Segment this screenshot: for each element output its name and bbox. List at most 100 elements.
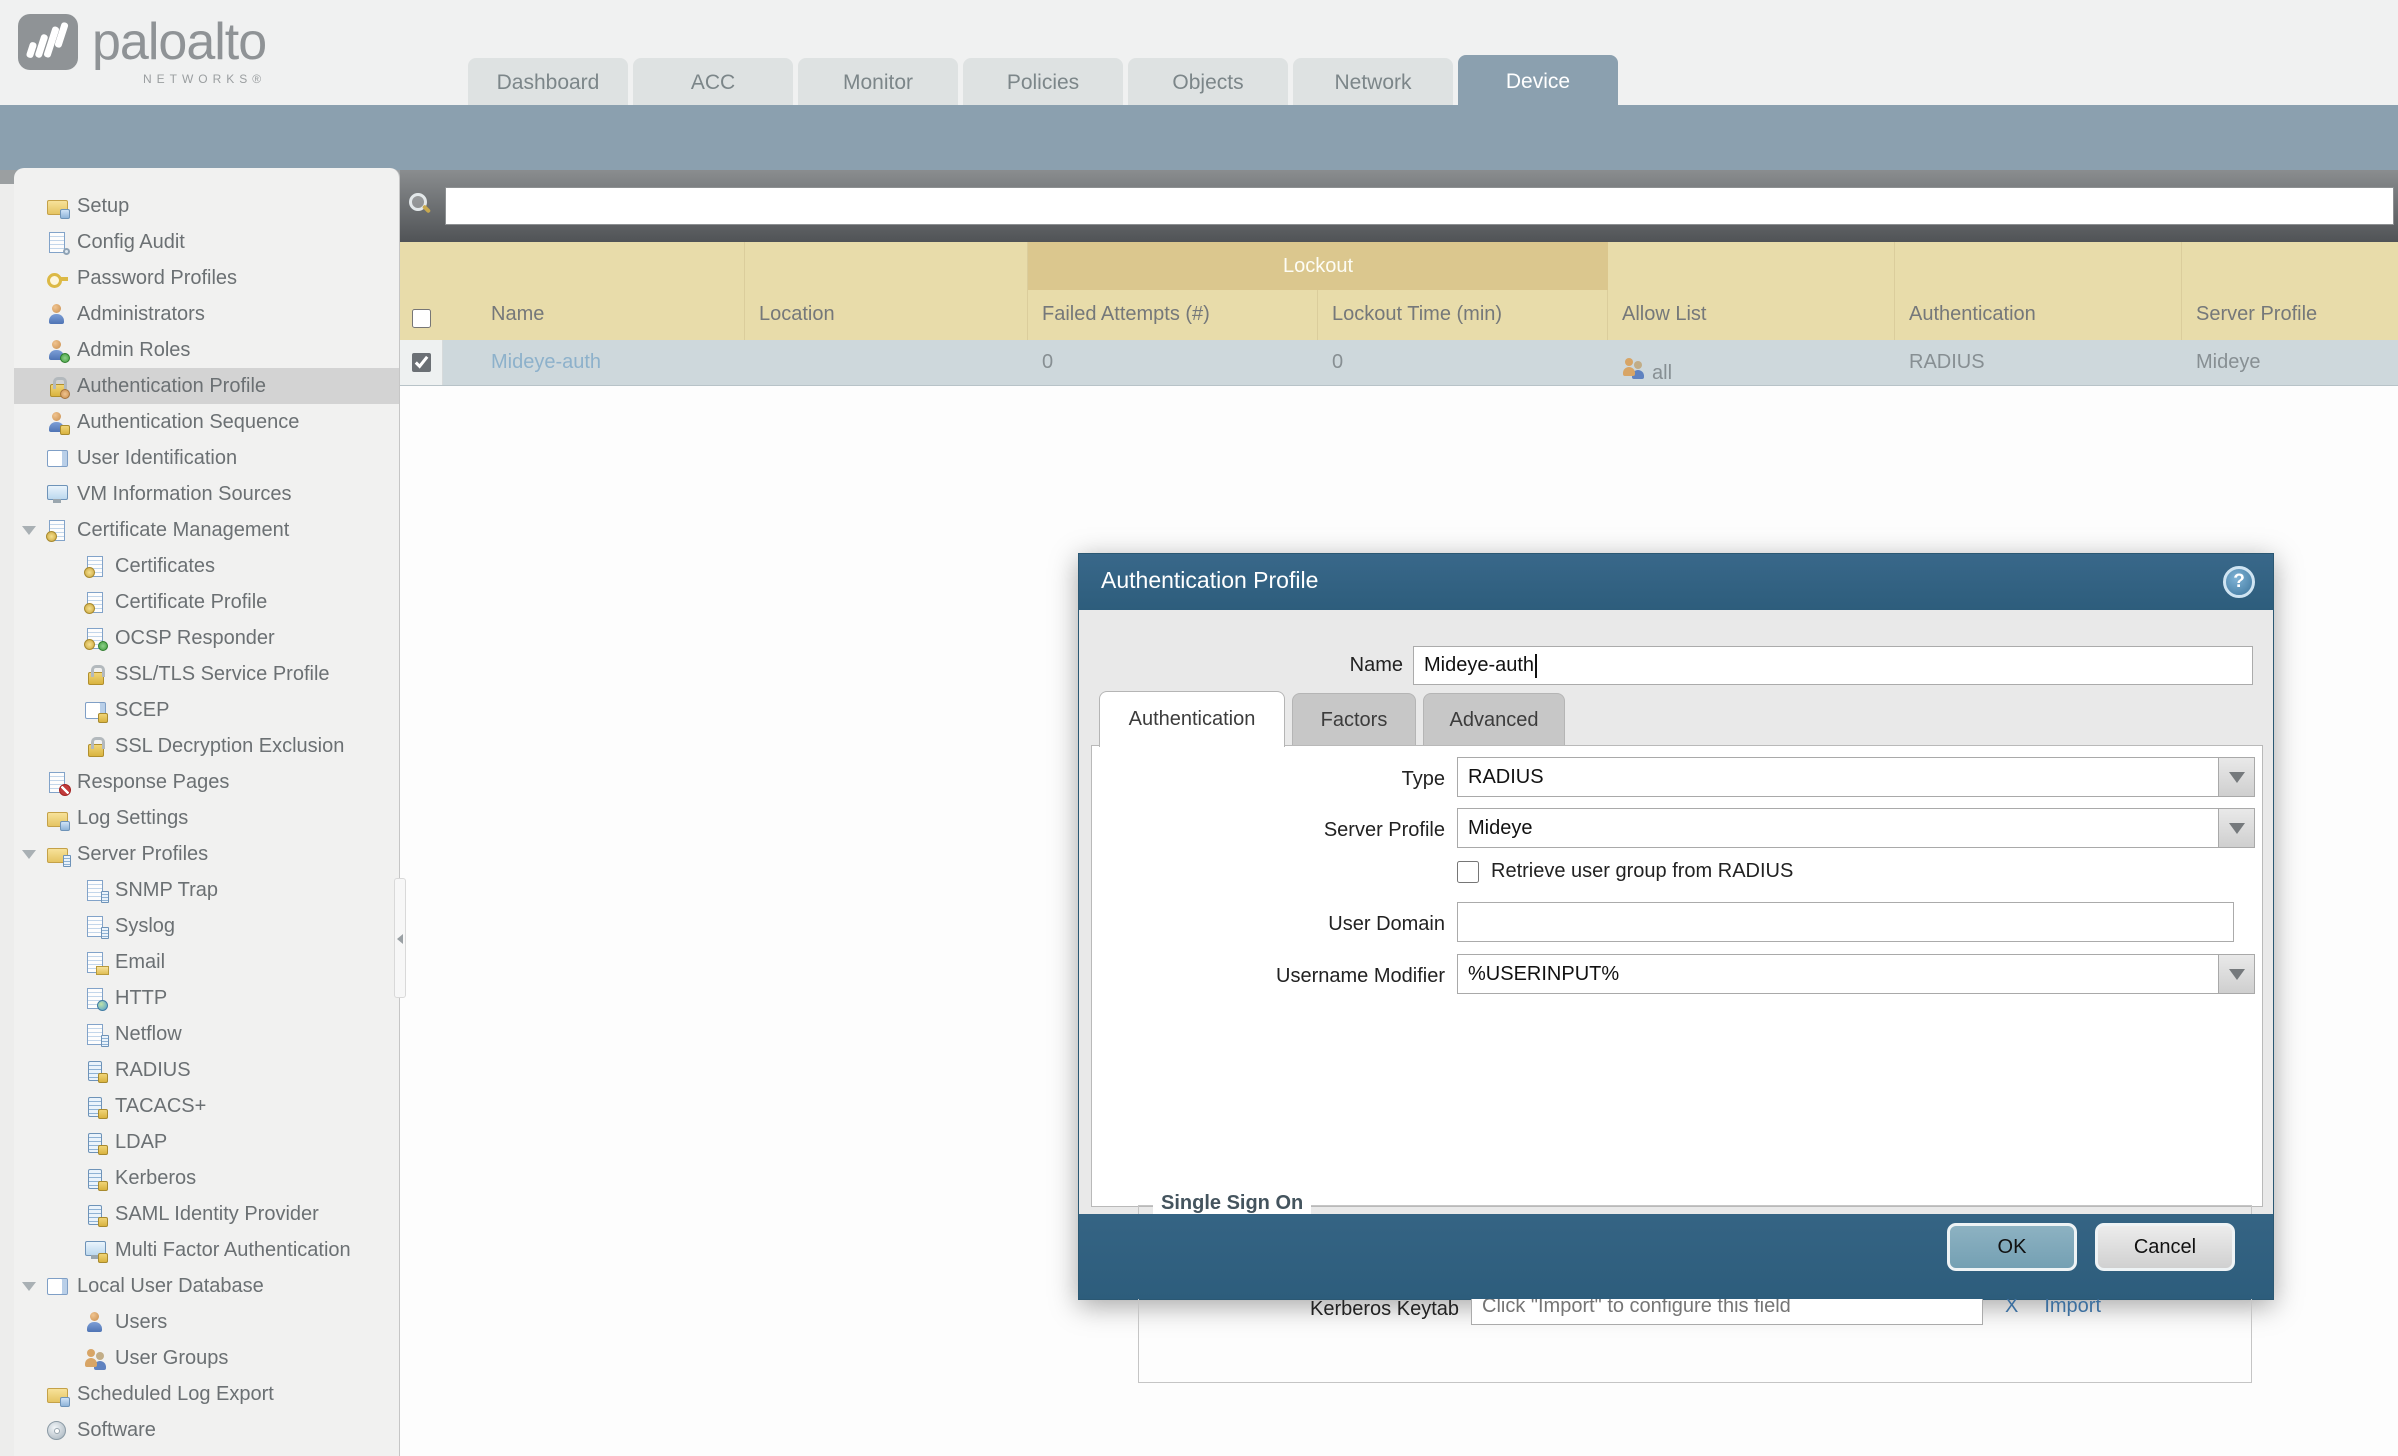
sidebar-item-globalprotect-client[interactable]: GlobalProtect Client — [14, 1448, 399, 1456]
sidebar-item-label: User Groups — [115, 1347, 228, 1370]
text-caret — [1535, 654, 1537, 678]
sidebar-item-administrators[interactable]: Administrators — [14, 296, 399, 332]
table-row[interactable]: Mideye-auth 0 0 all RADIUS Mideye — [400, 340, 2398, 386]
select-all-checkbox[interactable] — [412, 309, 431, 328]
nav-tab-monitor[interactable]: Monitor — [798, 58, 958, 108]
table-header: Name Location Failed Attempts (#) Lockou… — [400, 242, 2398, 340]
paloalto-logo: paloalto NETWORKS® — [18, 14, 266, 86]
sidebar-item-label: OCSP Responder — [115, 627, 275, 650]
col-header-server-profile: Server Profile — [2182, 303, 2317, 340]
sidebar-item-user-groups[interactable]: User Groups — [14, 1340, 399, 1376]
top-header: paloalto NETWORKS® DashboardACCMonitorPo… — [0, 0, 2398, 105]
nav-tab-objects[interactable]: Objects — [1128, 58, 1288, 108]
sidebar-item-scheduled-log-export[interactable]: Scheduled Log Export — [14, 1376, 399, 1412]
email-icon — [84, 951, 106, 973]
chevron-down-icon[interactable] — [2218, 758, 2254, 796]
col-header-name: Name — [443, 303, 544, 340]
user-domain-label: User Domain — [1100, 913, 1445, 936]
nav-tab-policies[interactable]: Policies — [963, 58, 1123, 108]
http-icon — [84, 987, 106, 1009]
sidebar-item-ocsp-responder[interactable]: OCSP Responder — [14, 620, 399, 656]
sidebar-item-saml-identity-provider[interactable]: SAML Identity Provider — [14, 1196, 399, 1232]
sidebar-item-email[interactable]: Email — [14, 944, 399, 980]
sidebar-item-label: HTTP — [115, 987, 167, 1010]
sidebar-item-admin-roles[interactable]: Admin Roles — [14, 332, 399, 368]
sidebar-item-scep[interactable]: SCEP — [14, 692, 399, 728]
sidebar-item-local-user-database[interactable]: Local User Database — [14, 1268, 399, 1304]
sidebar-item-vm-information-sources[interactable]: VM Information Sources — [14, 476, 399, 512]
sidebar-item-tacacs[interactable]: TACACS+ — [14, 1088, 399, 1124]
row-location — [745, 340, 1028, 385]
local-user-database-icon — [46, 1275, 68, 1297]
dialog-tab-advanced[interactable]: Advanced — [1423, 693, 1565, 747]
snmp-trap-icon — [84, 879, 106, 901]
search-input[interactable] — [445, 187, 2394, 225]
username-modifier-label: Username Modifier — [1100, 965, 1445, 988]
sidebar-item-label: Software — [77, 1419, 156, 1442]
sidebar-item-radius[interactable]: RADIUS — [14, 1052, 399, 1088]
sidebar-item-authentication-profile[interactable]: Authentication Profile — [14, 368, 399, 404]
username-modifier-select[interactable]: %USERINPUT% — [1457, 954, 2255, 994]
sidebar-item-http[interactable]: HTTP — [14, 980, 399, 1016]
sidebar-item-log-settings[interactable]: Log Settings — [14, 800, 399, 836]
retrieve-user-group-checkbox[interactable] — [1457, 861, 1479, 883]
config-audit-icon — [46, 231, 68, 253]
help-icon[interactable]: ? — [2223, 566, 2255, 598]
dialog-tab-factors[interactable]: Factors — [1292, 693, 1416, 747]
sidebar-item-certificates[interactable]: Certificates — [14, 548, 399, 584]
row-failed-attempts: 0 — [1028, 340, 1318, 385]
sidebar-item-multi-factor-authentication[interactable]: Multi Factor Authentication — [14, 1232, 399, 1268]
nav-tab-network[interactable]: Network — [1293, 58, 1453, 108]
ok-button[interactable]: OK — [1947, 1223, 2077, 1271]
sidebar-item-netflow[interactable]: Netflow — [14, 1016, 399, 1052]
cancel-button[interactable]: Cancel — [2095, 1223, 2235, 1271]
sidebar-item-ldap[interactable]: LDAP — [14, 1124, 399, 1160]
chevron-down-icon[interactable] — [2218, 955, 2254, 993]
sidebar-item-certificate-profile[interactable]: Certificate Profile — [14, 584, 399, 620]
sidebar-item-ssl-decryption-exclusion[interactable]: SSL Decryption Exclusion — [14, 728, 399, 764]
nav-tab-acc[interactable]: ACC — [633, 58, 793, 108]
sidebar-item-config-audit[interactable]: Config Audit — [14, 224, 399, 260]
user-identification-icon — [46, 447, 68, 469]
sidebar-item-setup[interactable]: Setup — [14, 188, 399, 224]
sidebar-item-server-profiles[interactable]: Server Profiles — [14, 836, 399, 872]
dialog-tab-authentication[interactable]: Authentication — [1099, 691, 1285, 747]
row-checkbox[interactable] — [412, 353, 431, 372]
log-settings-icon — [46, 807, 68, 829]
tacacs-icon — [84, 1095, 106, 1117]
sidebar-item-label: SSL/TLS Service Profile — [115, 663, 330, 686]
sidebar-collapse-handle[interactable] — [394, 878, 406, 998]
sidebar-item-label: Email — [115, 951, 165, 974]
sidebar-item-user-identification[interactable]: User Identification — [14, 440, 399, 476]
lockout-group-header: Lockout — [1028, 242, 1608, 290]
type-select[interactable]: RADIUS — [1457, 757, 2255, 797]
sidebar-item-authentication-sequence[interactable]: Authentication Sequence — [14, 404, 399, 440]
sidebar-item-password-profiles[interactable]: Password Profiles — [14, 260, 399, 296]
multi-factor-authentication-icon — [84, 1239, 106, 1261]
sidebar-item-certificate-management[interactable]: Certificate Management — [14, 512, 399, 548]
software-icon — [46, 1419, 68, 1441]
sidebar-item-syslog[interactable]: Syslog — [14, 908, 399, 944]
expander-triangle-icon[interactable] — [22, 1282, 36, 1291]
kerberos-icon — [84, 1167, 106, 1189]
sidebar-item-snmp-trap[interactable]: SNMP Trap — [14, 872, 399, 908]
expander-triangle-icon[interactable] — [22, 526, 36, 535]
user-domain-input[interactable] — [1457, 902, 2234, 942]
sidebar-item-label: Server Profiles — [77, 843, 208, 866]
sidebar-item-users[interactable]: Users — [14, 1304, 399, 1340]
row-lockout-time: 0 — [1318, 340, 1608, 385]
sidebar-item-label: Config Audit — [77, 231, 185, 254]
sidebar-item-kerberos[interactable]: Kerberos — [14, 1160, 399, 1196]
row-name-link[interactable]: Mideye-auth — [443, 340, 745, 385]
sidebar-item-label: Setup — [77, 195, 129, 218]
chevron-down-icon[interactable] — [2218, 809, 2254, 847]
nav-tab-dashboard[interactable]: Dashboard — [468, 58, 628, 108]
sidebar-item-ssl-tls-service-profile[interactable]: SSL/TLS Service Profile — [14, 656, 399, 692]
server-profile-select[interactable]: Mideye — [1457, 808, 2255, 848]
administrators-icon — [46, 303, 68, 325]
expander-triangle-icon[interactable] — [22, 850, 36, 859]
sidebar-item-response-pages[interactable]: Response Pages — [14, 764, 399, 800]
name-input[interactable]: Mideye-auth — [1413, 646, 2253, 685]
sidebar-item-software[interactable]: Software — [14, 1412, 399, 1448]
nav-tab-device[interactable]: Device — [1458, 55, 1618, 108]
